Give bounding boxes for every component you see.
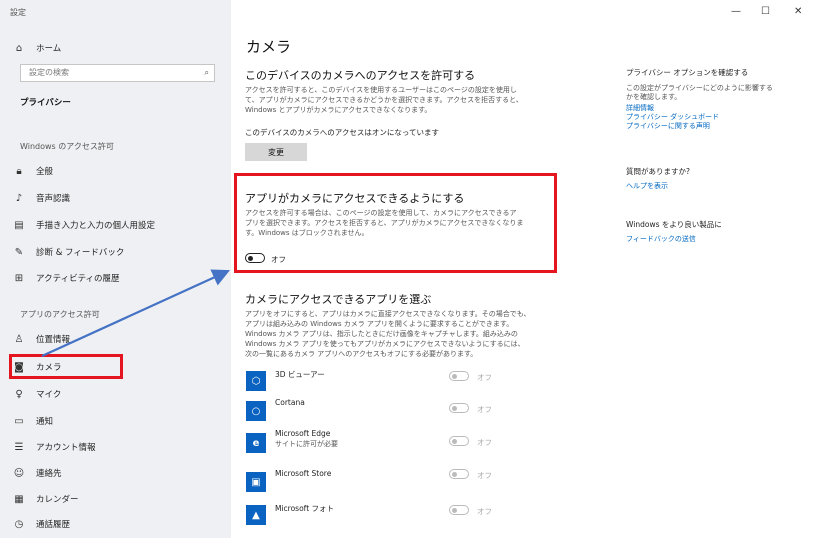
annotation-arrow [41, 269, 231, 358]
